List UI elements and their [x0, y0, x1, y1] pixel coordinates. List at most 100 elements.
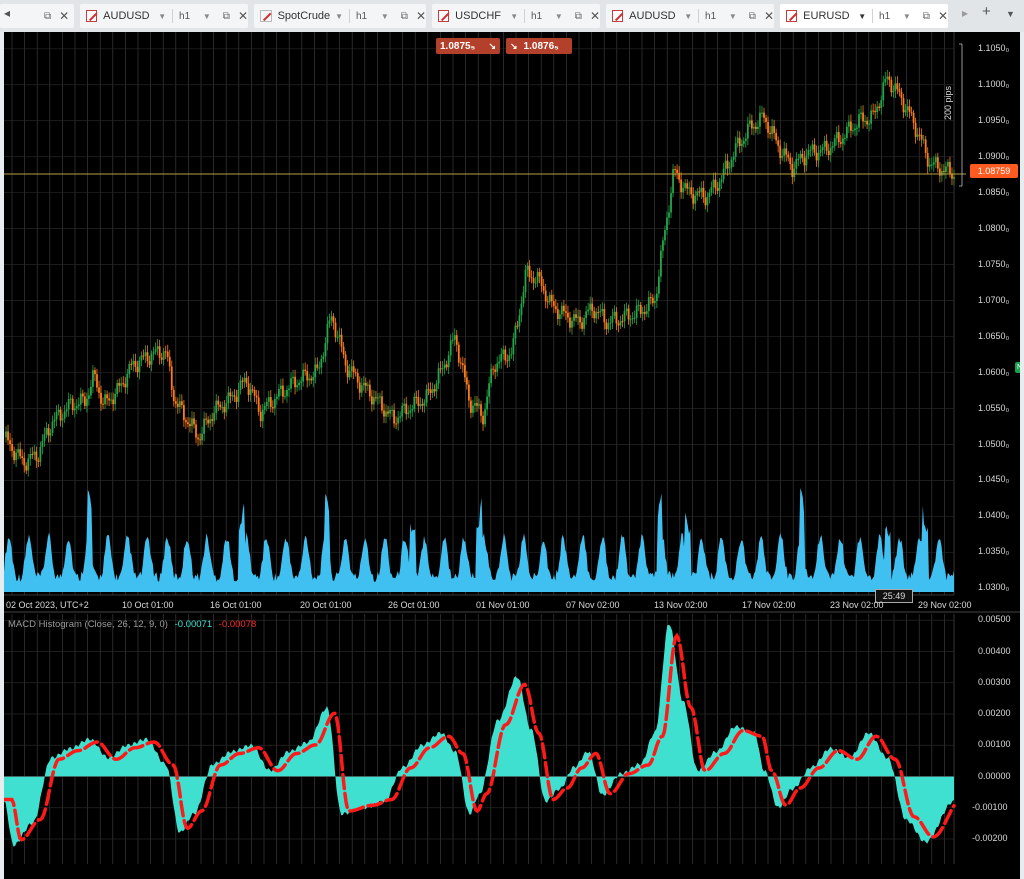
plus-icon[interactable]: +: [982, 3, 991, 20]
candle-body: [686, 183, 689, 189]
chevron-down-icon[interactable]: ▼: [684, 12, 692, 21]
candle-body: [245, 377, 248, 384]
tab-partial[interactable]: ⧉ ✕: [0, 4, 74, 28]
close-icon[interactable]: ✕: [938, 9, 948, 23]
tab-symbol: SpotCrude: [277, 10, 331, 22]
chart-canvas[interactable]: [4, 32, 1020, 879]
candle-body: [880, 100, 883, 109]
candle-body: [275, 396, 278, 399]
external-link-icon[interactable]: ⧉: [923, 11, 930, 22]
chevron-down-icon[interactable]: ▼: [555, 12, 563, 21]
candle-body: [142, 355, 145, 357]
candle-body: [271, 407, 274, 409]
tab-timeframe[interactable]: h1: [179, 11, 203, 22]
external-link-icon[interactable]: ⧉: [575, 11, 582, 22]
candle-body: [833, 138, 836, 147]
candle-body: [724, 160, 727, 169]
candle-body: [900, 91, 903, 99]
candle-body: [146, 352, 149, 362]
candle-body: [265, 401, 268, 407]
candle-body: [829, 147, 832, 156]
candle-body: [775, 132, 778, 141]
candle-body: [409, 410, 412, 413]
close-icon[interactable]: ✕: [590, 9, 600, 23]
candle-body: [605, 322, 608, 330]
candle-body: [480, 404, 482, 416]
external-link-icon[interactable]: ⧉: [223, 11, 230, 22]
close-icon[interactable]: ✕: [764, 9, 774, 23]
tab-audusd-1[interactable]: AUDUSD ▼ h1 ▼ ⧉ ✕: [80, 4, 248, 28]
ask-price-badge[interactable]: ↘ 1.0876₅: [506, 38, 572, 54]
tab-eurusd[interactable]: EURUSD ▼ h1 ▼ ⧉ ✕: [780, 4, 948, 28]
candle-body: [482, 415, 484, 425]
chevron-down-icon[interactable]: ▼: [858, 12, 866, 21]
tab-timeframe[interactable]: h1: [531, 11, 555, 22]
chevron-down-icon[interactable]: ▼: [335, 12, 343, 21]
green-marker[interactable]: N: [1015, 362, 1020, 373]
candle-body: [92, 370, 94, 387]
external-link-icon[interactable]: ⧉: [44, 11, 51, 22]
candle-body: [651, 297, 654, 304]
close-icon[interactable]: ✕: [238, 9, 248, 23]
candle-body: [261, 409, 264, 422]
tab-usdchf[interactable]: USDCHF ▼ h1 ▼ ⧉ ✕: [432, 4, 600, 28]
candle-body: [585, 311, 588, 319]
tab-spotcrude[interactable]: SpotCrude ▼ h1 ▼ ⧉ ✕: [254, 4, 426, 28]
candle-body: [463, 365, 466, 378]
candle-body: [231, 395, 234, 397]
candle-body: [269, 397, 272, 408]
candle-body: [702, 187, 705, 198]
chevron-down-icon[interactable]: ▼: [510, 12, 518, 21]
candle-body: [649, 297, 652, 299]
chevron-right-icon[interactable]: ▸: [962, 6, 968, 20]
candle-body: [587, 309, 590, 312]
candle-body: [645, 311, 648, 314]
candle-body: [872, 110, 875, 112]
candle-body: [920, 134, 923, 140]
candle-body: [399, 416, 402, 418]
candle-body: [77, 404, 80, 407]
candle-body: [348, 370, 351, 378]
divider: [524, 9, 526, 23]
candle-body: [401, 405, 404, 417]
bid-price-badge[interactable]: 1.0875₅ ↘: [436, 38, 500, 54]
candle-body: [439, 368, 442, 370]
tab-timeframe[interactable]: h1: [356, 11, 381, 22]
macd-axis-label: 0.00200: [978, 708, 1011, 718]
tab-symbol: AUDUSD: [629, 10, 676, 22]
candle-body: [789, 157, 792, 165]
candle-body: [508, 355, 511, 361]
candle-body: [239, 380, 242, 390]
close-icon[interactable]: ✕: [416, 9, 426, 23]
candle-body: [862, 112, 864, 122]
candle-body: [425, 389, 428, 403]
price-axis-label: 1.0450₀: [978, 474, 1010, 485]
candle-body: [765, 117, 767, 122]
tab-timeframe[interactable]: h1: [705, 11, 729, 22]
tab-audusd-2[interactable]: AUDUSD ▼ h1 ▼ ⧉ ✕: [606, 4, 774, 28]
external-link-icon[interactable]: ⧉: [749, 11, 756, 22]
candle-body: [700, 187, 703, 192]
candle-body: [797, 158, 800, 160]
candle-body: [152, 351, 155, 354]
chevron-down-icon[interactable]: ▼: [203, 12, 211, 21]
candle-body: [53, 419, 56, 422]
chart-area[interactable]: 1.0875₅ ↘ ↘ 1.0876₅ 1.08759 200 pips 25:…: [4, 32, 1020, 879]
external-link-icon[interactable]: ⧉: [401, 11, 408, 22]
candle-body: [104, 394, 106, 405]
chevron-left-icon[interactable]: ◂: [4, 6, 10, 20]
candle-body: [296, 385, 298, 388]
candle-body: [140, 355, 143, 361]
candle-body: [720, 179, 723, 183]
chevron-down-icon[interactable]: ▼: [729, 12, 737, 21]
candle-body: [352, 366, 355, 373]
chevron-down-icon[interactable]: ▼: [158, 12, 166, 21]
candle-body: [215, 400, 218, 414]
close-icon[interactable]: ✕: [59, 9, 69, 23]
chevron-down-icon[interactable]: ▼: [903, 12, 911, 21]
price-axis-label: 1.0300₀: [978, 582, 1010, 593]
tab-timeframe[interactable]: h1: [879, 11, 903, 22]
chevron-down-icon[interactable]: ▼: [381, 12, 389, 21]
candle-body: [805, 155, 808, 166]
chevron-down-icon[interactable]: ▼: [1006, 9, 1015, 19]
